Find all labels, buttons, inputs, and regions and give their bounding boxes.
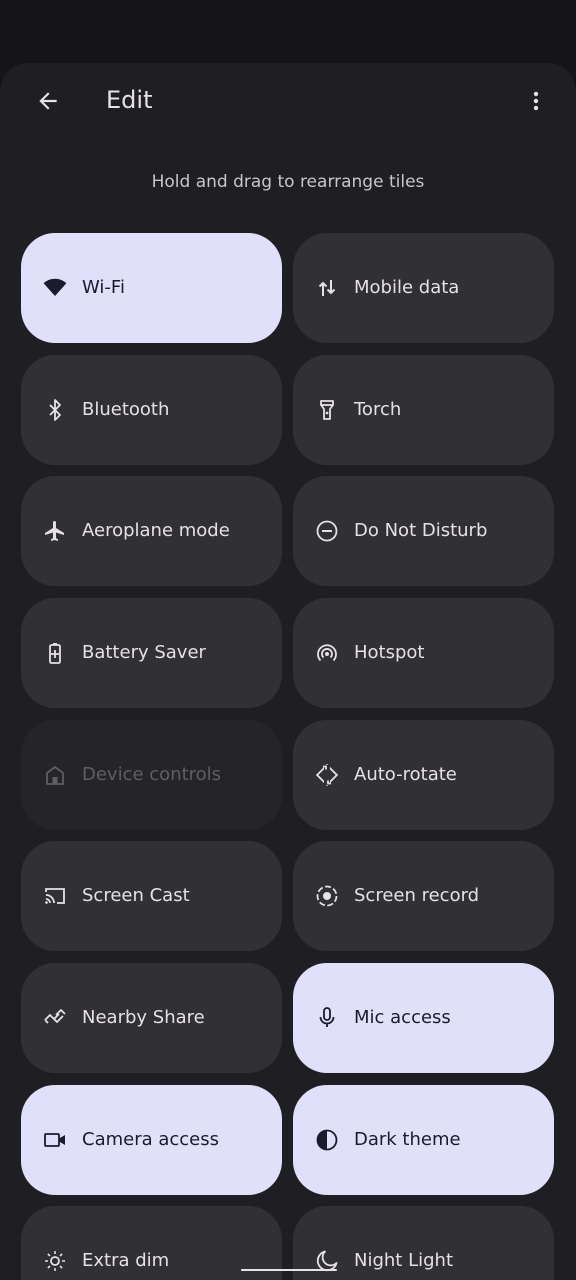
tile-label: Aeroplane mode	[82, 520, 230, 541]
tile-nearby-share[interactable]: Nearby Share	[21, 963, 282, 1073]
tile-label: Mic access	[354, 1007, 451, 1028]
extra-dim-icon	[45, 1251, 65, 1271]
tile-label: Mobile data	[354, 277, 460, 298]
arrow-back-icon	[39, 92, 57, 110]
page-title: Edit	[106, 86, 153, 114]
mobile-data-icon	[318, 280, 336, 296]
hotspot-icon	[317, 644, 337, 662]
tile-bluetooth[interactable]: Bluetooth	[21, 355, 282, 465]
tile-label: Night Light	[354, 1250, 453, 1271]
more-options-button[interactable]	[512, 77, 560, 125]
tile-do-not-disturb[interactable]: Do Not Disturb	[293, 476, 554, 586]
tile-aeroplane-mode[interactable]: Aeroplane mode	[21, 476, 282, 586]
tile-label: Wi-Fi	[82, 277, 125, 298]
wifi-icon	[43, 278, 67, 296]
home-icon	[46, 766, 64, 785]
bluetooth-icon	[49, 399, 61, 421]
tile-mic-access[interactable]: Mic access	[293, 963, 554, 1073]
tile-label: Camera access	[82, 1129, 220, 1150]
tile-wifi[interactable]: Wi-Fi	[21, 233, 282, 343]
tile-label: Screen Cast	[82, 885, 190, 906]
tile-hotspot[interactable]: Hotspot	[293, 598, 554, 708]
toolbar: Edit	[0, 63, 576, 137]
screen-record-icon	[316, 885, 338, 907]
torch-icon	[320, 400, 334, 420]
tile-label: Nearby Share	[82, 1007, 205, 1028]
tile-label: Dark theme	[354, 1129, 461, 1150]
mic-icon	[319, 1007, 335, 1027]
camera-icon	[44, 1133, 65, 1147]
tile-label: Hotspot	[354, 642, 425, 663]
gesture-nav-handle[interactable]	[241, 1269, 337, 1271]
tile-label: Bluetooth	[82, 399, 170, 420]
screen: Edit Hold and drag to rearrange tiles Wi…	[0, 0, 576, 1280]
auto-rotate-icon	[315, 763, 339, 787]
tile-dark-theme[interactable]: Dark theme	[293, 1085, 554, 1195]
tile-device-controls[interactable]: Device controls	[21, 720, 282, 830]
tile-camera-access[interactable]: Camera access	[21, 1085, 282, 1195]
tile-battery-saver[interactable]: Battery Saver	[21, 598, 282, 708]
tile-label: Torch	[354, 399, 402, 420]
tile-mobile-data[interactable]: Mobile data	[293, 233, 554, 343]
tile-label: Screen record	[354, 885, 480, 906]
cast-icon	[45, 888, 65, 904]
tile-screen-cast[interactable]: Screen Cast	[21, 841, 282, 951]
tile-screen-record[interactable]: Screen record	[293, 841, 554, 951]
tile-label: Do Not Disturb	[354, 520, 488, 541]
battery-saver-icon	[49, 643, 61, 664]
back-button[interactable]	[24, 77, 72, 125]
tile-auto-rotate[interactable]: Auto-rotate	[293, 720, 554, 830]
more-vert-icon	[533, 91, 539, 111]
rearrange-hint: Hold and drag to rearrange tiles	[151, 172, 425, 192]
tile-label: Device controls	[82, 764, 222, 785]
do-not-disturb-icon	[316, 520, 338, 542]
tile-label: Auto-rotate	[354, 764, 457, 785]
airplane-icon	[45, 521, 64, 541]
tile-label: Extra dim	[82, 1250, 170, 1271]
nearby-share-icon	[44, 1009, 66, 1024]
dark-theme-icon	[316, 1129, 338, 1151]
tile-label: Battery Saver	[82, 642, 206, 663]
tile-torch[interactable]: Torch	[293, 355, 554, 465]
